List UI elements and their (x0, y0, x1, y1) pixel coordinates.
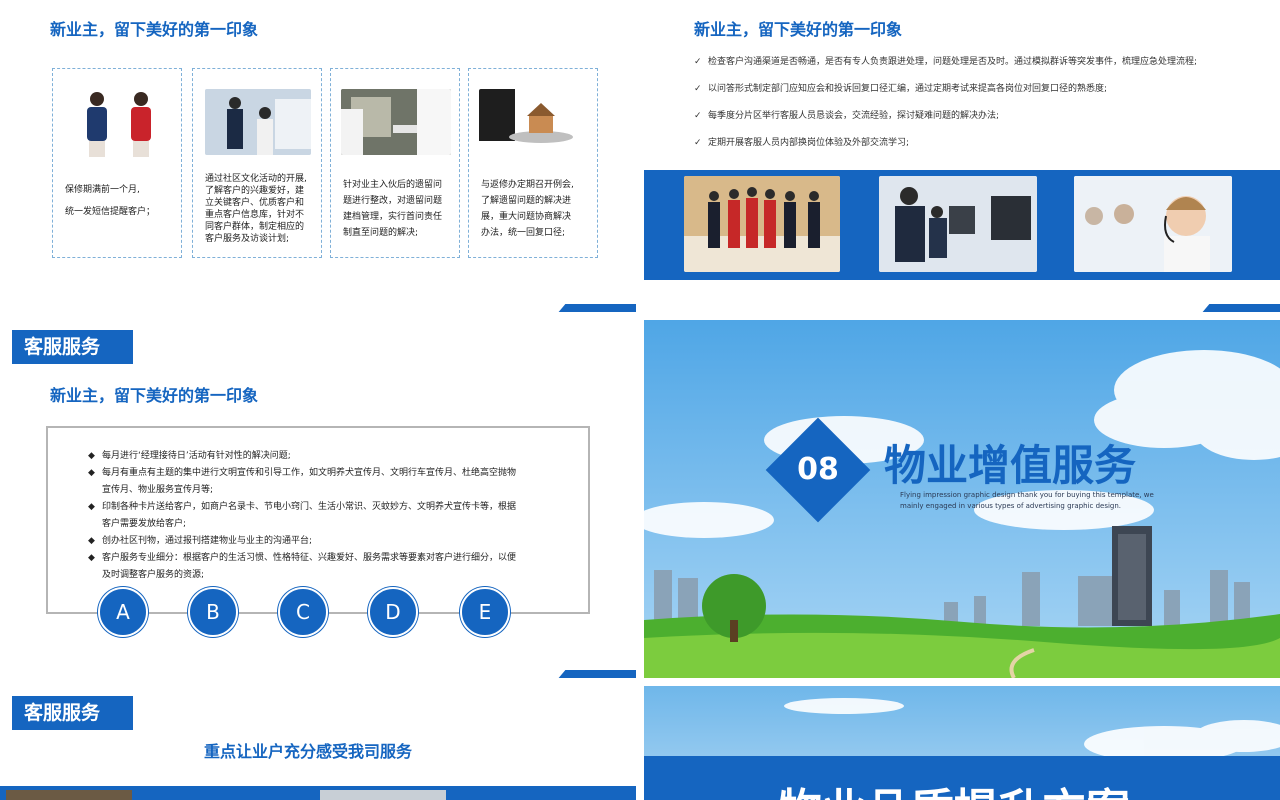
check-list: ✓ 检查客户沟通渠道是否畅通，是否有专人负责跟进处理，问题处理是否及时。通过模拟群… (694, 54, 1197, 162)
list-item-text: 检查客户沟通渠道是否畅通，是否有专人负责跟进处理，问题处理是否及时。通过模拟群诉… (708, 57, 1198, 67)
card-text: 针对业主入伙后的遗留问 题进行整改，对遗留问题 建档管理，实行首问责任 制直至问… (343, 177, 451, 241)
card-line: 客户服务及访谈计划; (205, 234, 290, 244)
list-item-text: 宣传月、物业服务宣传月等; (102, 485, 214, 495)
info-card-4: 与返修办定期召开例会, 了解遗留问题的解决进 展，重大问题协商解决 办法，统一回… (468, 68, 598, 258)
circle-label-e: E (460, 587, 510, 637)
slide-heading: 新业主，留下美好的第一印象 (50, 20, 259, 39)
slide-quality-improvement: 物业品质提升方案 (644, 686, 1280, 800)
diamond-bullet-icon: ◆ (88, 468, 95, 478)
photo-band (644, 170, 1280, 280)
list-item: ◆ 每月进行‘经理接待日’活动有针对性的解决问题; (88, 448, 548, 465)
card-line: 了解遗留问题的解决进 (481, 196, 572, 206)
list-item-text: 每季度分片区举行客服人员恳谈会，交流经验，探讨疑难问题的解决办法; (708, 111, 1000, 121)
card-line: 办法，统一回复口径; (481, 228, 566, 238)
building-photo (6, 790, 132, 800)
subtitle-line: Flying impression graphic design thank y… (900, 491, 1154, 499)
list-item: ◆ 创办社区刊物，通过报刊搭建物业与业主的沟通平台; (88, 533, 548, 550)
card-line: 建档管理，实行首问责任 (343, 212, 443, 222)
diamond-bullet-icon: ◆ (88, 553, 95, 563)
call-center-photo (879, 176, 1037, 272)
subtitle-line: mainly engaged in various types of adver… (900, 502, 1122, 510)
slide-customer-service-bullets: 客服服务 新业主，留下美好的第一印象 ◆ 每月进行‘经理接待日’活动有针对性的解决… (0, 320, 636, 678)
diamond-bullet-icon: ◆ (88, 536, 95, 546)
list-item-text: 客户服务专业细分：根据客户的生活习惯、性格特征、兴趣爱好、服务需求等要素对客户进… (102, 553, 517, 563)
list-item: ✓ 以问答形式制定部门应知应会和投诉回复口径汇编，通过定期考试来提高各岗位对回复口… (694, 81, 1197, 94)
sky-clouds (784, 698, 1280, 756)
card-line: 保修期满前一个月, (65, 185, 140, 195)
security-guard-photo (205, 89, 311, 155)
card-text: 与返修办定期召开例会, 了解遗留问题的解决进 展，重大问题协商解决 办法，统一回… (481, 177, 589, 241)
card-text: 通过社区文化活动的开展, 了解客户的兴趣爱好，建 立关键客户、优质客户和 重点客… (205, 173, 313, 245)
card-line: 制直至问题的解决; (343, 228, 419, 238)
info-card-2: 通过社区文化活动的开展, 了解客户的兴趣爱好，建 立关键客户、优质客户和 重点客… (192, 68, 322, 258)
list-item-text: 印制各种卡片送给客户，如商户名录卡、节电小窍门、生活小常识、灭蚊妙方、文明养犬宣… (102, 502, 517, 512)
card-text: 保修期满前一个月, 统一发短信提醒客户； (65, 179, 173, 223)
slide-section-cover: 08 物业增值服务 Flying impression graphic desi… (644, 320, 1280, 678)
handover-photo (341, 89, 451, 155)
list-item-text: 每月有重点有主题的集中进行文明宣传和引导工作，如文明养犬宣传月、文明行车宣传月、… (102, 468, 517, 478)
list-item: ✓ 定期开展客服人员内部换岗位体验及外部交流学习; (694, 135, 1197, 148)
photo-strip (0, 786, 636, 800)
corner-accent (558, 304, 636, 312)
circle-label-c: C (278, 587, 328, 637)
title-band: 物业品质提升方案 (644, 756, 1280, 800)
slide-customer-service-feel: 客服服务 重点让业户充分感受我司服务 (0, 686, 636, 800)
section-tag: 客服服务 (12, 330, 133, 364)
corner-accent (1202, 304, 1280, 312)
card-line: 立关键客户、优质客户和 (205, 198, 305, 208)
list-item: ✓ 每季度分片区举行客服人员恳谈会，交流经验，探讨疑难问题的解决办法; (694, 108, 1197, 121)
slide-heading: 新业主，留下美好的第一印象 (694, 20, 903, 39)
info-card-1: 保修期满前一个月, 统一发短信提醒客户； (52, 68, 182, 258)
card-line: 统一发短信提醒客户； (65, 207, 156, 217)
check-icon: ✓ (694, 57, 702, 67)
section-tag: 客服服务 (12, 696, 133, 730)
section-subtitle: Flying impression graphic design thank y… (900, 490, 1154, 512)
staff-lineup-photo (684, 176, 840, 272)
circle-label-d: D (368, 587, 418, 637)
list-item-text: 创办社区刊物，通过报刊搭建物业与业主的沟通平台; (102, 536, 313, 546)
slide-heading: 重点让业户充分感受我司服务 (204, 742, 413, 761)
list-item: ◆ 印制各种卡片送给客户，如商户名录卡、节电小窍门、生活小常识、灭蚊妙方、文明养犬… (88, 499, 548, 533)
list-item-text: 客户需要发放给客户; (102, 519, 187, 529)
slide-first-impression-checklist: 新业主，留下美好的第一印象 ✓ 检查客户沟通渠道是否畅通，是否有专人负责跟进处理，… (644, 0, 1280, 312)
slide-heading: 新业主，留下美好的第一印象 (50, 386, 259, 405)
card-line: 与返修办定期召开例会, (481, 180, 574, 190)
slide-first-impression-cards: 新业主，留下美好的第一印象 保修期满前一个月, 统一发短信提醒客户； 通过社区文… (0, 0, 636, 312)
card-line: 重点客户信息库，针对不 (205, 210, 305, 220)
circle-label-a: A (98, 587, 148, 637)
list-item-text: 定期开展客服人员内部换岗位体验及外部交流学习; (708, 138, 910, 148)
check-icon: ✓ (694, 84, 702, 94)
info-card-3: 针对业主入伙后的遗留问 题进行整改，对遗留问题 建档管理，实行首问责任 制直至问… (330, 68, 460, 258)
circle-label-b: B (188, 587, 238, 637)
card-line: 通过社区文化活动的开展, (205, 174, 307, 184)
section-number: 08 (797, 452, 839, 487)
check-icon: ✓ (694, 111, 702, 121)
check-icon: ✓ (694, 138, 702, 148)
community-photo (320, 790, 446, 800)
list-item: ◆ 客户服务专业细分：根据客户的生活习惯、性格特征、兴趣爱好、服务需求等要素对客户… (88, 550, 548, 584)
card-line: 题进行整改，对遗留问题 (343, 196, 443, 206)
card-line: 了解客户的兴趣爱好，建 (205, 186, 305, 196)
list-item-text: 每月进行‘经理接待日’活动有针对性的解决问题; (102, 451, 291, 461)
diamond-bullet-icon: ◆ (88, 451, 95, 461)
list-item-text: 及时调整客户服务的资源; (102, 570, 205, 580)
card-line: 展，重大问题协商解决 (481, 212, 572, 222)
list-item: ✓ 检查客户沟通渠道是否畅通，是否有专人负责跟进处理，问题处理是否及时。通过模拟群… (694, 54, 1197, 67)
card-line: 针对业主入伙后的遗留问 (343, 180, 443, 190)
headset-agent-photo (1074, 176, 1232, 272)
bullet-list: ◆ 每月进行‘经理接待日’活动有针对性的解决问题; ◆ 每月有重点有主题的集中进行文… (88, 448, 548, 584)
list-item: ◆ 每月有重点有主题的集中进行文明宣传和引导工作，如文明养犬宣传月、文明行车宣传月… (88, 465, 548, 499)
card-line: 同客户群体，制定相应的 (205, 222, 305, 232)
diamond-bullet-icon: ◆ (88, 502, 95, 512)
house-model-tray-photo (479, 89, 589, 155)
list-item-text: 以问答形式制定部门应知应会和投诉回复口径汇编，通过定期考试来提高各岗位对回复口径… (708, 84, 1108, 94)
corner-accent (558, 670, 636, 678)
section-title: 物业增值服务 (884, 441, 1137, 490)
staff-uniform-photo (69, 85, 169, 159)
slide-title: 物业品质提升方案 (778, 774, 1130, 800)
